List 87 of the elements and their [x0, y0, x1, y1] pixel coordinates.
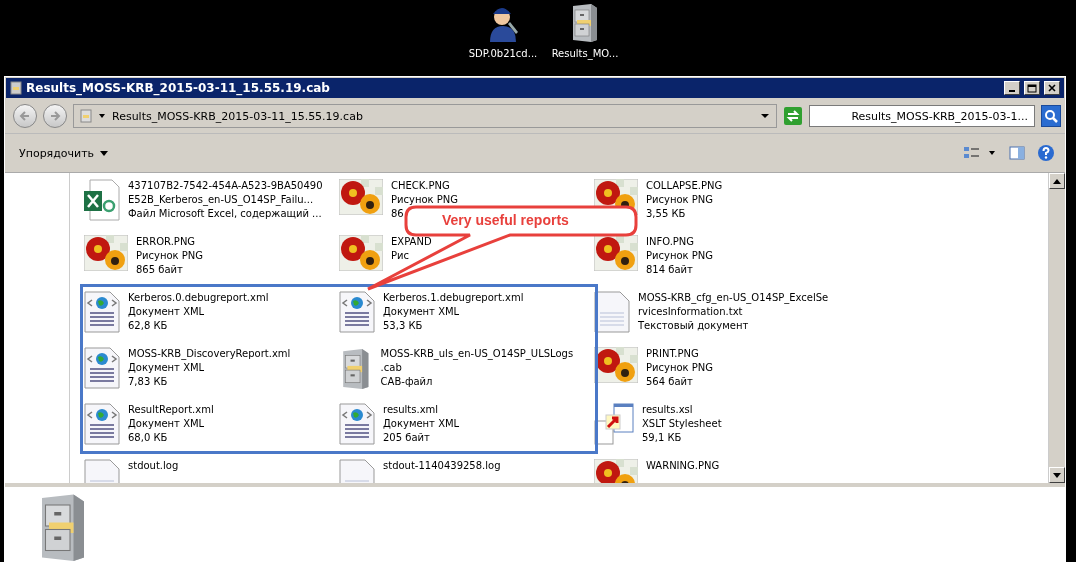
file-info: 3,55 КБ	[646, 207, 687, 221]
desktop-icon-label[interactable]: Results_MO...	[551, 48, 619, 59]
view-options-icon[interactable]	[963, 145, 997, 161]
xml-document-icon	[339, 403, 375, 445]
flower-picture-icon	[84, 235, 128, 271]
file-name[interactable]: ERROR.PNG	[136, 235, 204, 249]
address-bar[interactable]: Results_MOSS-KRB_2015-03-11_15.55.19.cab	[73, 104, 777, 128]
file-info: Рисунок PNG	[646, 249, 714, 263]
down-caret-icon	[1053, 472, 1061, 478]
file-info: 86	[391, 207, 405, 221]
file-info: 7,83 КБ	[128, 375, 169, 389]
file-info: rvicesInformation.txt	[638, 305, 744, 319]
file-name[interactable]: MOSS-KRB_cfg_en-US_O14SP_ExcelSe	[638, 291, 829, 305]
flower-picture-icon	[594, 347, 638, 383]
close-button[interactable]	[1044, 81, 1060, 95]
xml-document-icon	[84, 347, 120, 389]
back-button[interactable]	[13, 104, 37, 128]
forward-arrow-icon	[49, 110, 61, 122]
cabinet-icon	[10, 81, 22, 95]
file-info: Рисунок PNG	[646, 193, 715, 207]
spreadsheet-icon	[84, 179, 120, 221]
file-info: 865 байт	[136, 263, 184, 277]
desktop-icon-label[interactable]: SDP.0b21cd...	[468, 48, 538, 59]
file-info: XSLT Stylesheet	[642, 417, 722, 431]
search-button[interactable]	[1041, 105, 1061, 127]
file-info: E52B_Kerberos_en-US_O14SP_Failu...	[128, 193, 315, 207]
file-info: Документ XML	[128, 305, 206, 319]
file-info: Документ XML	[383, 417, 460, 431]
file-info: 205 байт	[383, 431, 431, 445]
scroll-up-button[interactable]	[1049, 173, 1065, 189]
caret-icon	[100, 150, 109, 156]
file-name[interactable]: INFO.PNG	[646, 235, 714, 249]
file-info: Документ XML	[128, 417, 206, 431]
file-info: 564 байт	[646, 375, 694, 389]
file-name[interactable]: WARNING.PNG	[646, 459, 720, 473]
xml-document-icon	[84, 291, 120, 333]
file-info: Рис	[391, 249, 411, 263]
close-icon	[1048, 84, 1056, 92]
file-name[interactable]: EXPAND	[391, 235, 432, 249]
refresh-icon[interactable]	[783, 106, 803, 126]
flower-picture-icon	[339, 235, 383, 271]
flower-picture-icon	[339, 179, 383, 215]
file-name[interactable]: MOSS-KRB_uls_en-US_O14SP_ULSLogs	[380, 347, 574, 361]
organize-menu[interactable]: Упорядочить	[15, 144, 113, 162]
file-name[interactable]: results.xsl	[642, 403, 722, 417]
file-info: Документ XML	[383, 305, 461, 319]
file-name[interactable]: COLLAPSE.PNG	[646, 179, 723, 193]
file-name[interactable]: Kerberos.0.debugreport.xml	[128, 291, 269, 305]
file-info: 62,8 КБ	[128, 319, 169, 333]
forward-button[interactable]	[43, 104, 67, 128]
file-info: Файл Microsoft Excel, содержащий ...	[128, 207, 323, 221]
stylesheet-icon	[594, 403, 634, 445]
file-name[interactable]: stdout-1140439258.log	[383, 459, 501, 473]
file-name[interactable]: CHECK.PNG	[391, 179, 459, 193]
file-name[interactable]: Kerberos.1.debugreport.xml	[383, 291, 524, 305]
file-info: 814 байт	[646, 263, 694, 277]
help-icon[interactable]	[1037, 144, 1055, 162]
scrollbar[interactable]	[1048, 173, 1065, 483]
minimize-button[interactable]	[1004, 81, 1020, 95]
file-info: 68,0 КБ	[128, 431, 169, 445]
flower-picture-icon	[594, 235, 638, 271]
up-caret-icon	[1053, 178, 1061, 184]
window-title: Results_MOSS-KRB_2015-03-11_15.55.19.cab	[26, 81, 331, 95]
search-field[interactable]: Results_MOSS-KRB_2015-03-1...	[809, 105, 1035, 127]
file-name[interactable]: ResultReport.xml	[128, 403, 214, 417]
file-info: .cab	[380, 361, 403, 375]
callout-text: Very useful reports	[442, 212, 569, 228]
file-info: 53,3 КБ	[383, 319, 424, 333]
file-info: Текстовый документ	[638, 319, 750, 333]
file-name[interactable]: PRINT.PNG	[646, 347, 714, 361]
file-name[interactable]: results.xml	[383, 403, 460, 417]
file-info: 59,1 КБ	[642, 431, 683, 445]
file-info: Рисунок PNG	[391, 193, 459, 207]
file-name[interactable]: 437107B2-7542-454A-A523-9BA50490	[128, 179, 323, 193]
file-info: Рисунок PNG	[136, 249, 204, 263]
file-name[interactable]: stdout.log	[128, 459, 179, 473]
xml-document-icon	[339, 291, 375, 333]
scroll-down-button[interactable]	[1049, 467, 1065, 483]
file-info: Рисунок PNG	[646, 361, 714, 375]
file-info: CAB-файл	[380, 375, 434, 389]
maximize-icon	[1027, 83, 1037, 93]
preview-pane-icon[interactable]	[1009, 145, 1025, 161]
back-arrow-icon	[19, 110, 31, 122]
xml-document-icon	[84, 403, 120, 445]
file-info: Документ XML	[128, 361, 206, 375]
file-name[interactable]: MOSS-KRB_DiscoveryReport.xml	[128, 347, 291, 361]
maximize-button[interactable]	[1024, 81, 1040, 95]
